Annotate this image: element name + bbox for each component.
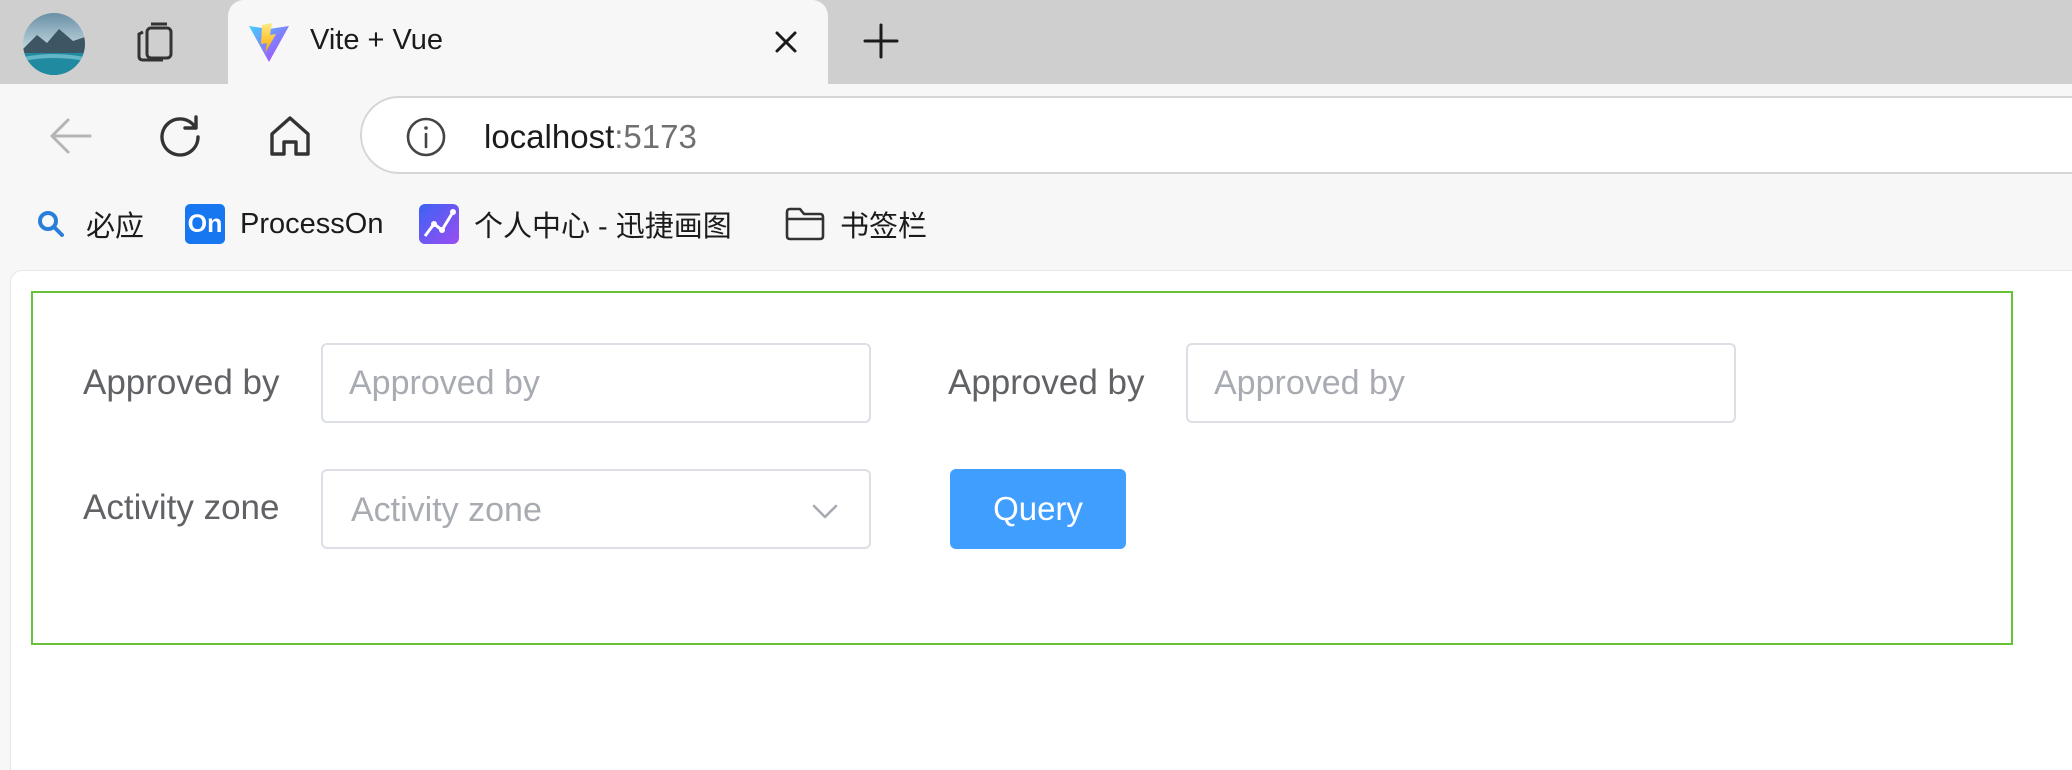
bookmark-label: 个人中心 - 迅捷画图 [474, 211, 732, 243]
approved-by-input-2[interactable] [1186, 343, 1736, 423]
profile-avatar[interactable] [23, 13, 85, 75]
tab-strip: Vite + Vue [0, 0, 2072, 84]
approved-by-label-1: Approved by [83, 363, 280, 402]
processon-icon: On [184, 203, 226, 245]
query-button[interactable]: Query [950, 469, 1126, 549]
url-text[interactable]: localhost:5173 [484, 118, 697, 156]
search-form: Approved by Approved by Activity zone Ac… [31, 291, 2013, 645]
search-icon [30, 203, 72, 245]
bookmark-label: 必应 [86, 211, 145, 243]
url-port: :5173 [614, 118, 697, 155]
chart-app-icon [418, 203, 460, 245]
vite-logo-icon [246, 20, 292, 66]
folder-icon [784, 203, 826, 245]
processon-badge: On [185, 204, 225, 244]
browser-toolbar: localhost:5173 [0, 84, 2072, 184]
home-icon[interactable] [262, 108, 318, 164]
refresh-icon[interactable] [152, 108, 208, 164]
tab-title: Vite + Vue [310, 24, 444, 56]
workspaces-icon[interactable] [128, 18, 182, 68]
site-info-icon[interactable] [405, 116, 447, 158]
page-viewport: Approved by Approved by Activity zone Ac… [10, 270, 2072, 770]
new-tab-plus-icon[interactable] [858, 18, 904, 64]
address-bar[interactable]: localhost:5173 [360, 96, 2072, 174]
bookmark-folder[interactable]: 书签栏 [784, 202, 927, 246]
activity-zone-placeholder: Activity zone [351, 491, 542, 529]
bookmark-processon[interactable]: On ProcessOn [184, 202, 383, 246]
bookmark-label: 书签栏 [840, 211, 928, 243]
close-tab-icon[interactable] [766, 22, 806, 62]
bookmarks-bar: 必应 On ProcessOn 个人中心 - 迅捷画图 书签栏 [0, 184, 2072, 266]
approved-by-input-1[interactable] [321, 343, 871, 423]
bookmark-bing[interactable]: 必应 [30, 202, 144, 246]
chevron-down-icon [811, 499, 839, 523]
back-arrow-icon[interactable] [42, 108, 98, 164]
url-host: localhost [484, 118, 615, 155]
bookmark-label: ProcessOn [240, 207, 384, 240]
bookmark-xunjie[interactable]: 个人中心 - 迅捷画图 [418, 202, 732, 246]
activity-zone-select[interactable]: Activity zone [321, 469, 871, 549]
activity-zone-label: Activity zone [83, 488, 280, 527]
active-tab[interactable]: Vite + Vue [228, 0, 828, 84]
approved-by-label-2: Approved by [948, 363, 1145, 402]
